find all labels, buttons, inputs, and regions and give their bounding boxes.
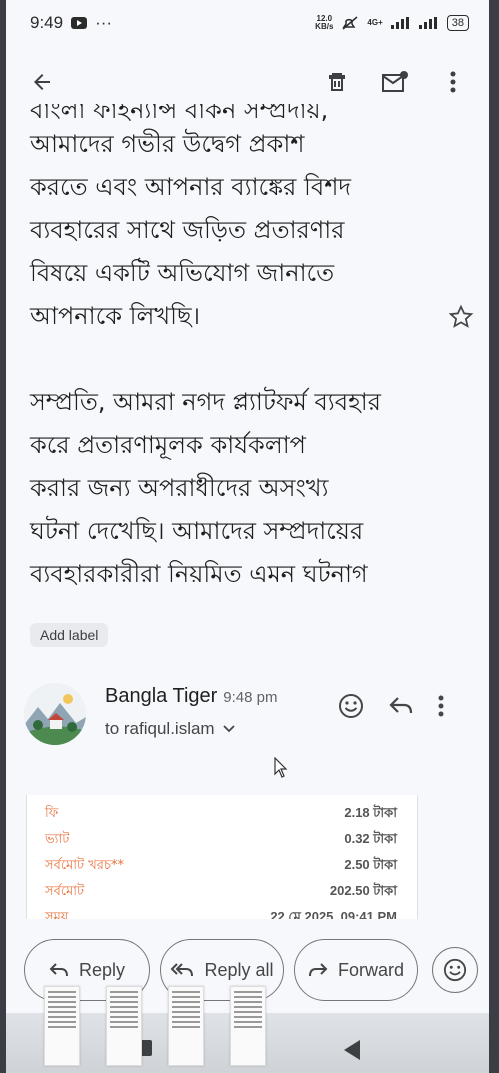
screenshot-thumbnail[interactable] (168, 986, 204, 1066)
receipt-row: ফি 2.18 টাকা (45, 804, 397, 821)
chevron-down-icon (222, 725, 235, 733)
recipient-toggle[interactable]: to rafiqul.islam (105, 719, 235, 739)
status-bar: 9:49 ··· 12.0 KB/s 4G+ 38 (6, 0, 489, 46)
receipt-row: সর্বমোট খরচ** 2.50 টাকা (45, 856, 397, 873)
mark-unread-button[interactable] (375, 62, 415, 102)
sender-name-line: Bangla Tiger 9:48 pm (105, 685, 278, 708)
star-button[interactable] (448, 304, 474, 334)
more-vert-icon (450, 71, 456, 93)
react-emoji-button[interactable] (338, 693, 364, 723)
star-icon (448, 304, 474, 328)
receipt-row: ভ্যাট 0.32 টাকা (45, 830, 397, 847)
avatar[interactable] (24, 683, 86, 745)
reply-icon (389, 697, 413, 714)
landscape-avatar-icon (24, 683, 86, 745)
body-paragraph-2: সম্প্রতি, আমরা নগদ প্ল্যাটফর্ম ব্যবহার ক… (30, 388, 381, 588)
status-more-dots: ··· (95, 13, 113, 32)
screenshot-thumbnails (44, 986, 266, 1066)
add-label-chip[interactable]: Add label (30, 623, 109, 647)
emoji-reaction-button[interactable] (432, 947, 478, 993)
net-speed: 12.0 KB/s (315, 14, 334, 31)
email-body: বাংলা ফাইন্যান্স বাকন সম্প্রদায়, আমাদের … (30, 104, 450, 596)
screenshot-thumbnail[interactable] (44, 986, 80, 1066)
more-vert-icon (438, 695, 444, 717)
message-header: Bangla Tiger 9:48 pm to rafiqul.islam (24, 683, 484, 747)
battery-indicator: 38 (446, 15, 469, 31)
trash-icon (329, 73, 345, 91)
smiley-icon (339, 694, 363, 718)
transaction-receipt-image: ফি 2.18 টাকা ভ্যাট 0.32 টাকা সর্বমোট খরচ**… (26, 795, 418, 919)
more-options-button[interactable] (433, 62, 473, 102)
screenshot-thumbnail[interactable] (106, 986, 142, 1066)
forward-button[interactable]: Forward (294, 939, 418, 1001)
status-time: 9:49 (30, 13, 64, 32)
reply-all-icon (171, 963, 194, 977)
youtube-icon (71, 17, 88, 29)
message-more-button[interactable] (438, 695, 444, 721)
signal-icon (390, 17, 411, 29)
smiley-icon (443, 958, 467, 982)
network-type: 4G+ (367, 18, 383, 27)
forward-icon (308, 963, 328, 977)
sender-name: Bangla Tiger (105, 685, 218, 707)
system-back-button[interactable] (344, 1040, 360, 1060)
message-time: 9:48 pm (223, 689, 278, 706)
receipt-row: সময় 22 মে 2025, 09:41 PM (45, 908, 397, 920)
mute-icon (342, 16, 358, 30)
signal-icon-2 (418, 17, 439, 29)
mouse-pointer-icon (274, 757, 288, 778)
body-paragraph-1: আমাদের গভীর উদ্বেগ প্রকাশ করতে এবং আপনার… (30, 130, 352, 330)
email-screen: 9:49 ··· 12.0 KB/s 4G+ 38 বাংলা ফাইন্যান… (6, 0, 489, 1073)
arrow-back-icon (34, 74, 50, 90)
device-frame-right (489, 0, 499, 1073)
back-button[interactable] (22, 62, 62, 102)
recipient-text: to rafiqul.islam (105, 719, 215, 738)
forward-label: Forward (337, 959, 404, 980)
reply-label: Reply (78, 959, 126, 980)
reply-icon-button[interactable] (388, 695, 414, 721)
screenshot-thumbnail[interactable] (230, 986, 266, 1066)
reply-icon (49, 963, 68, 977)
mail-unread-icon (382, 71, 408, 92)
reply-all-label: Reply all (204, 959, 274, 980)
delete-button[interactable] (317, 62, 357, 102)
receipt-row: সর্বমোট 202.50 টাকা (45, 882, 397, 899)
